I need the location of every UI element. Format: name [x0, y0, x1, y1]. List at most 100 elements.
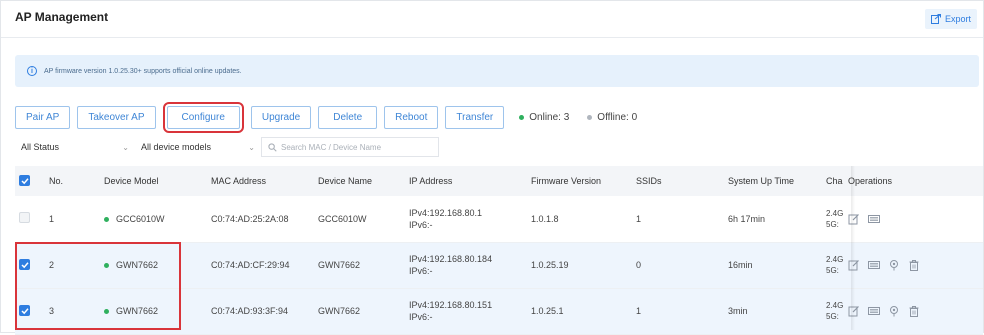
online-label: Online: 3 — [529, 111, 570, 123]
col-channel: Cha — [826, 176, 843, 186]
ssid-count: 1 — [636, 306, 642, 316]
search-placeholder: Search MAC / Device Name — [281, 142, 382, 152]
ap-management-panel: AP Management Export i AP firmware versi… — [0, 0, 984, 335]
upgrade-button[interactable]: Upgrade — [250, 105, 312, 129]
device-config-icon[interactable] — [868, 213, 880, 225]
device-model-cell: GWN7662 — [100, 288, 207, 334]
page-title: AP Management — [15, 10, 109, 24]
table-row[interactable]: 1 GCC6010W C0:74:AD:25:2A:08 GCC6010W IP… — [15, 196, 983, 242]
col-ip-address: IP Address — [409, 176, 453, 186]
table-row[interactable]: 2 GWN7662 C0:74:AD:CF:29:94 GWN7662 IPv4… — [15, 242, 983, 288]
ipv6-address: IPv6:- — [409, 312, 433, 322]
row-no: 1 — [49, 213, 55, 224]
sticky-column-shadow — [851, 166, 855, 330]
ip-address-cell: IPv4:192.168.80.1 IPv6:- — [405, 196, 527, 242]
system-up-time: 6h 17min — [728, 213, 766, 224]
channel-5g: 5G: — [826, 219, 839, 229]
reboot-button[interactable]: Reboot — [384, 105, 439, 129]
status-select[interactable]: All Status ⌄ — [15, 137, 135, 157]
device-model: GWN7662 — [116, 306, 159, 316]
export-label: Export — [944, 14, 971, 24]
chevron-down-icon: ⌄ — [248, 142, 255, 152]
locate-icon[interactable] — [888, 259, 900, 271]
ipv6-address: IPv6:- — [409, 266, 433, 276]
operations-cell — [844, 242, 983, 288]
filter-bar: All Status ⌄ All device models ⌄ Search … — [15, 137, 439, 157]
col-ssids: SSIDs — [636, 176, 662, 186]
search-input[interactable]: Search MAC / Device Name — [261, 137, 439, 157]
info-icon: i — [27, 66, 37, 76]
configure-button[interactable]: Configure — [162, 101, 244, 133]
ip-address-cell: IPv4:192.168.80.151 IPv6:- — [405, 288, 527, 334]
col-firmware-version: Firmware Version — [531, 176, 602, 186]
channel-2g: 2.4G — [826, 255, 844, 264]
delete-icon[interactable] — [908, 305, 920, 317]
ssid-count: 0 — [636, 260, 642, 270]
col-operations: Operations — [848, 176, 893, 186]
channel-cell: 2.4G 5G: — [822, 288, 844, 334]
notice-text: AP firmware version 1.0.25.30+ supports … — [44, 67, 242, 75]
action-toolbar: Pair AP Takeover AP Configure Upgrade De… — [15, 101, 637, 133]
mac-address: C0:74:AD:CF:29:94 — [211, 260, 290, 270]
channel-cell: 2.4G 5G: — [822, 196, 844, 242]
ap-table: No. Device Model MAC Address Device Name… — [15, 166, 983, 335]
online-count: Online: 3 — [519, 112, 569, 123]
channel-5g: 5G: — [826, 312, 839, 321]
firmware-notice: i AP firmware version 1.0.25.30+ support… — [15, 55, 979, 87]
col-device-model: Device Model — [104, 176, 159, 186]
operations-cell — [844, 288, 983, 334]
row-no: 3 — [49, 306, 55, 316]
model-select-value: All device models — [141, 142, 212, 152]
device-name: GCC6010W — [318, 213, 367, 224]
export-icon — [930, 14, 941, 24]
device-model: GCC6010W — [116, 213, 165, 224]
row-checkbox[interactable] — [19, 259, 30, 271]
select-all-checkbox[interactable] — [19, 175, 30, 187]
firmware-version: 1.0.1.8 — [531, 213, 559, 224]
delete-button[interactable]: Delete — [318, 105, 378, 129]
mac-address: C0:74:AD:25:2A:08 — [211, 213, 289, 224]
offline-label: Offline: 0 — [597, 111, 638, 123]
chevron-down-icon: ⌄ — [122, 142, 129, 152]
system-up-time: 3min — [728, 306, 748, 316]
search-icon — [268, 142, 277, 152]
row-no: 2 — [49, 260, 55, 270]
col-mac-address: MAC Address — [211, 176, 267, 186]
ipv4-address: IPv4:192.168.80.1 — [409, 207, 483, 218]
system-up-time: 16min — [728, 260, 753, 270]
pair-ap-button[interactable]: Pair AP — [15, 105, 71, 129]
model-select[interactable]: All device models ⌄ — [135, 137, 261, 157]
ipv6-address: IPv6:- — [409, 219, 433, 230]
firmware-version: 1.0.25.19 — [531, 260, 569, 270]
device-name: GWN7662 — [318, 306, 361, 316]
table-row[interactable]: 3 GWN7662 C0:74:AD:93:3F:94 GWN7662 IPv4… — [15, 288, 983, 334]
select-all-cell[interactable] — [15, 166, 45, 196]
delete-icon[interactable] — [908, 259, 920, 271]
operations-cell — [844, 196, 983, 242]
export-button[interactable]: Export — [924, 9, 977, 29]
device-config-icon[interactable] — [868, 305, 880, 317]
device-name: GWN7662 — [318, 260, 361, 270]
locate-icon[interactable] — [888, 305, 900, 317]
table-header: No. Device Model MAC Address Device Name… — [15, 166, 983, 196]
col-system-up-time: System Up Time — [728, 176, 795, 186]
col-no: No. — [49, 176, 64, 186]
takeover-ap-button[interactable]: Takeover AP — [77, 105, 156, 129]
device-model-cell: GWN7662 — [100, 242, 207, 288]
mac-address: C0:74:AD:93:3F:94 — [211, 306, 289, 316]
device-config-icon[interactable] — [868, 259, 880, 271]
channel-2g: 2.4G — [826, 208, 844, 218]
row-checkbox[interactable] — [19, 212, 30, 224]
channel-5g: 5G: — [826, 266, 839, 275]
transfer-button[interactable]: Transfer — [445, 105, 505, 129]
offline-count: Offline: 0 — [587, 112, 637, 123]
online-status-dot — [104, 309, 109, 315]
divider — [1, 37, 983, 38]
row-checkbox[interactable] — [19, 305, 30, 317]
firmware-version: 1.0.25.1 — [531, 306, 564, 316]
offline-status-dot — [587, 114, 593, 120]
ip-address-cell: IPv4:192.168.80.184 IPv6:- — [405, 242, 527, 288]
online-status-dot — [519, 114, 525, 120]
channel-cell: 2.4G 5G: — [822, 242, 844, 288]
device-model-cell: GCC6010W — [100, 196, 207, 242]
